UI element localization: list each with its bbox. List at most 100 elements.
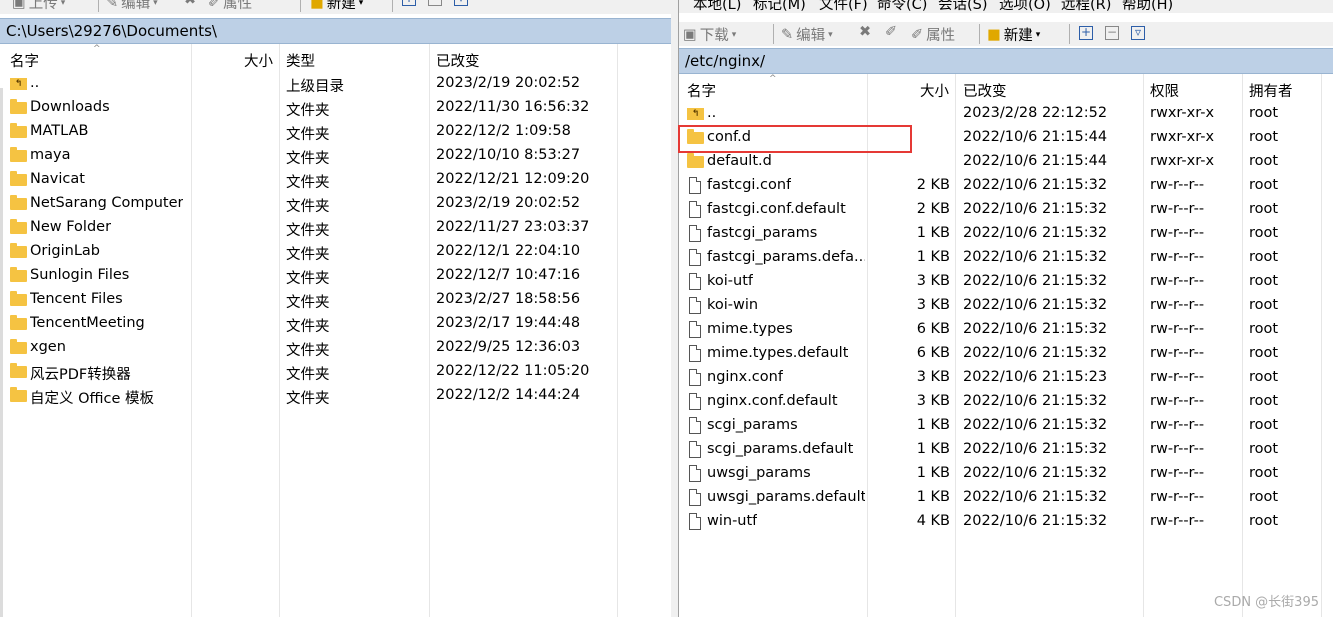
file-name: mime.types [707,321,793,337]
menu-commands[interactable]: 命令(C) [877,0,927,13]
remote-file-row[interactable]: default.d 2022/10/6 21:15:44 rwxr-xr-x root [679,150,1333,174]
local-file-row[interactable]: TencentMeeting 文件夹 2023/2/17 19:44:48 [0,312,671,336]
file-owner: root [1249,369,1279,385]
remote-file-row[interactable]: scgi_params.default 1 KB 2022/10/6 21:15:3… [679,438,1333,462]
column-header-owner[interactable]: 拥有者 [1249,80,1293,101]
file-name: .. [30,75,40,91]
remote-delete-button[interactable]: ✖ [859,24,871,40]
remote-new-button[interactable]: ■ 新建 ▾ [987,24,1040,45]
local-file-row[interactable]: MATLAB 文件夹 2022/12/2 1:09:58 [0,120,671,144]
column-header-modified[interactable]: 已改变 [963,80,1007,101]
file-owner: root [1249,513,1279,529]
local-file-list[interactable]: 名字 ^ 大小 类型 已改变 ↰.. 上级目录 2023/2/19 20:02:52… [0,44,671,617]
remote-filter-button[interactable]: ▿ [1131,26,1145,40]
delete-button[interactable]: ✖ [184,0,196,8]
local-file-row[interactable]: OriginLab 文件夹 2022/12/1 22:04:10 [0,240,671,264]
file-name: uwsgi_params.default [707,489,865,505]
file-modified: 2022/12/2 14:44:24 [436,387,581,403]
local-toolbar: ▣ 上传 ▾ ✎ 编辑 ▾ ✖ ✐ 属性 ■ 新建 ▾ + − ▿ [0,0,671,14]
column-header-type[interactable]: 类型 [286,50,315,71]
local-file-row[interactable]: Navicat 文件夹 2022/12/21 12:09:20 [0,168,671,192]
remote-pane: 本地(L) 标记(M) 文件(F) 命令(C) 会话(S) 选项(O) 远程(R… [678,0,1333,617]
file-name: Sunlogin Files [30,267,130,283]
remote-file-row[interactable]: fastcgi.conf 2 KB 2022/10/6 21:15:32 rw-r--… [679,174,1333,198]
upload-button[interactable]: ▣ 上传 ▾ [12,0,65,13]
filter-button[interactable]: ▿ [454,0,468,6]
remote-file-row[interactable]: ↰.. 2023/2/28 22:12:52 rwxr-xr-x root [679,102,1333,126]
remote-file-row[interactable]: mime.types.default 6 KB 2022/10/6 21:15:32… [679,342,1333,366]
remote-file-row[interactable]: mime.types 6 KB 2022/10/6 21:15:32 rw-r--r-… [679,318,1333,342]
local-file-row[interactable]: ↰.. 上级目录 2023/2/19 20:02:52 [0,72,671,96]
file-icon [689,489,701,506]
file-size: 1 KB [916,489,950,505]
remote-file-row[interactable]: fastcgi_params 1 KB 2022/10/6 21:15:32 rw-r… [679,222,1333,246]
local-file-row[interactable]: NetSarang Computer 文件夹 2023/2/19 20:02:52 [0,192,671,216]
local-file-row[interactable]: New Folder 文件夹 2022/11/27 23:03:37 [0,216,671,240]
local-file-row[interactable]: xgen 文件夹 2022/9/25 12:36:03 [0,336,671,360]
menu-mark[interactable]: 标记(M) [753,0,806,13]
file-type: 文件夹 [286,343,330,359]
download-button[interactable]: ▣ 下载 ▾ [683,24,736,45]
menu-options[interactable]: 选项(O) [999,0,1051,13]
remote-file-row[interactable]: win-utf 4 KB 2022/10/6 21:15:32 rw-r--r-- ro… [679,510,1333,534]
file-size: 3 KB [916,297,950,313]
remote-file-row[interactable]: scgi_params 1 KB 2022/10/6 21:15:32 rw-r--r… [679,414,1333,438]
local-file-row[interactable]: Downloads 文件夹 2022/11/30 16:56:32 [0,96,671,120]
column-header-permissions[interactable]: 权限 [1150,80,1179,101]
file-permissions: rw-r--r-- [1150,249,1205,265]
remote-file-row[interactable]: fastcgi_params.defa... 1 KB 2022/10/6 21:1… [679,246,1333,270]
column-header-size[interactable]: 大小 [920,80,949,101]
column-header-name[interactable]: 名字 [687,80,716,101]
menu-session[interactable]: 会话(S) [938,0,988,13]
file-size: 2 KB [916,177,950,193]
file-icon [689,249,701,266]
menu-local[interactable]: 本地(L) [693,0,741,13]
folder-icon [10,219,27,234]
local-path-bar[interactable]: C:\Users\29276\Documents\ [0,18,671,44]
column-header-size[interactable]: 大小 [244,50,273,71]
remote-properties-button[interactable]: ✐ 属性 [911,24,955,45]
remote-expand-button[interactable]: + [1079,26,1093,40]
file-size: 1 KB [916,465,950,481]
remote-collapse-button[interactable]: − [1105,26,1119,40]
remote-file-row[interactable]: uwsgi_params.default 1 KB 2022/10/6 21:15:… [679,486,1333,510]
file-icon [689,201,701,218]
new-button[interactable]: ■ 新建 ▾ [310,0,363,13]
local-file-row[interactable]: 自定义 Office 模板 文件夹 2022/12/2 14:44:24 [0,384,671,408]
annotation-highlight-box [678,125,912,153]
remote-edit-button[interactable]: ✎ 编辑 ▾ [781,24,833,45]
remote-file-row[interactable]: fastcgi.conf.default 2 KB 2022/10/6 21:15:… [679,198,1333,222]
edit-button[interactable]: ✎ 编辑 ▾ [106,0,158,13]
remote-path-bar[interactable]: /etc/nginx/ [679,48,1333,74]
local-file-row[interactable]: maya 文件夹 2022/10/10 8:53:27 [0,144,671,168]
file-type: 文件夹 [286,271,330,287]
remote-file-list[interactable]: 名字 ^ 大小 已改变 权限 拥有者 ↰.. 2023/2/28 22:12:52… [679,74,1333,617]
remote-file-row[interactable]: nginx.conf 3 KB 2022/10/6 21:15:23 rw-r--r-… [679,366,1333,390]
menu-remote[interactable]: 远程(R) [1061,0,1111,13]
file-icon [689,297,701,314]
column-header-modified[interactable]: 已改变 [436,50,480,71]
menu-help[interactable]: 帮助(H) [1122,0,1173,13]
remote-file-row[interactable]: nginx.conf.default 3 KB 2022/10/6 21:15:32… [679,390,1333,414]
remote-file-row[interactable]: koi-win 3 KB 2022/10/6 21:15:32 rw-r--r-- ro… [679,294,1333,318]
file-owner: root [1249,489,1279,505]
file-modified: 2022/12/21 12:09:20 [436,171,590,187]
file-type: 文件夹 [286,223,330,239]
column-header-name[interactable]: 名字 [10,50,39,71]
file-owner: root [1249,249,1279,265]
file-modified: 2022/10/6 21:15:23 [963,369,1108,385]
sort-asc-icon: ^ [93,44,101,54]
collapse-button[interactable]: − [428,0,442,6]
expand-button[interactable]: + [402,0,416,6]
file-owner: root [1249,129,1279,145]
menu-files[interactable]: 文件(F) [819,0,868,13]
pane-splitter[interactable] [671,0,678,617]
local-file-row[interactable]: 风云PDF转换器 文件夹 2022/12/22 11:05:20 [0,360,671,384]
properties-button[interactable]: ✐ 属性 [208,0,252,13]
remote-file-row[interactable]: uwsgi_params 1 KB 2022/10/6 21:15:32 rw-r--… [679,462,1333,486]
local-file-row[interactable]: Tencent Files 文件夹 2023/2/27 18:58:56 [0,288,671,312]
remote-file-row[interactable]: koi-utf 3 KB 2022/10/6 21:15:32 rw-r--r-- ro… [679,270,1333,294]
local-file-row[interactable]: Sunlogin Files 文件夹 2022/12/7 10:47:16 [0,264,671,288]
rename-button[interactable]: ✐ [885,24,897,40]
local-pane: ▣ 上传 ▾ ✎ 编辑 ▾ ✖ ✐ 属性 ■ 新建 ▾ + − ▿ C:\Use… [0,0,672,617]
